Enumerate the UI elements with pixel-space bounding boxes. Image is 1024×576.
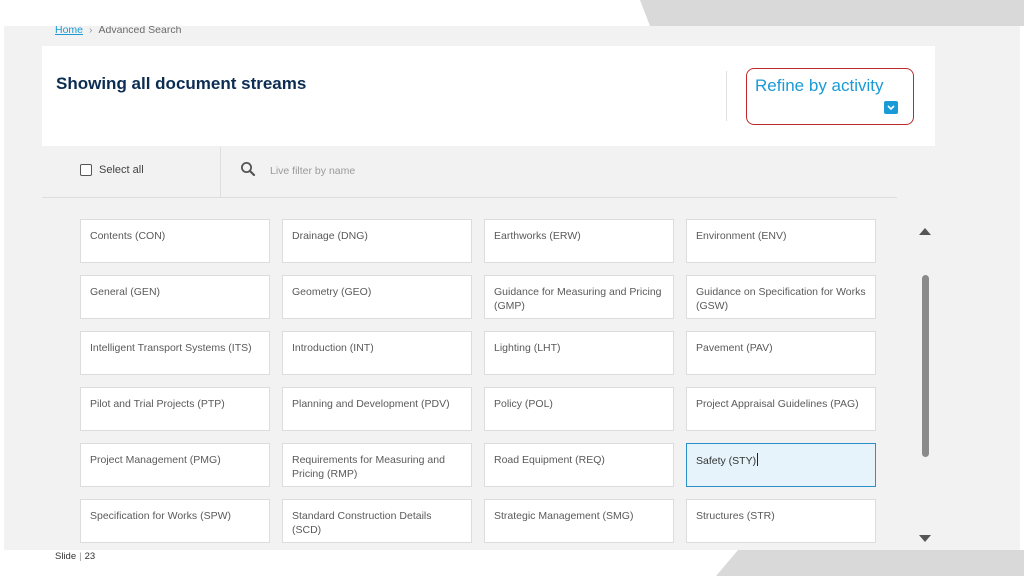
stream-tile-label: Specification for Works (SPW) bbox=[90, 510, 232, 522]
scrollbar-thumb[interactable] bbox=[922, 275, 929, 457]
stream-tile-label: Project Management (PMG) bbox=[90, 454, 221, 466]
stream-tile[interactable]: Project Appraisal Guidelines (PAG) bbox=[686, 387, 876, 431]
breadcrumb: Home › Advanced Search bbox=[55, 26, 181, 36]
scrollbar[interactable] bbox=[918, 223, 932, 542]
stream-tile-label: Safety (STY) bbox=[696, 455, 757, 467]
stream-tile-label: Contents (CON) bbox=[90, 230, 166, 242]
search-icon bbox=[240, 161, 256, 182]
stream-tile-label: Intelligent Transport Systems (ITS) bbox=[90, 342, 252, 354]
slide-decoration-top bbox=[640, 0, 1024, 26]
slide-decoration-bottom bbox=[716, 550, 1024, 576]
stream-tile[interactable]: Intelligent Transport Systems (ITS) bbox=[80, 331, 270, 375]
stream-tile[interactable]: Requirements for Measuring and Pricing (… bbox=[282, 443, 472, 487]
page-title: Showing all document streams bbox=[56, 74, 307, 93]
stream-tile-label: Introduction (INT) bbox=[292, 342, 374, 354]
slide-label: Slide bbox=[55, 551, 77, 562]
stream-tile-label: Planning and Development (PDV) bbox=[292, 398, 450, 410]
stream-tile[interactable]: Guidance for Measuring and Pricing (GMP) bbox=[484, 275, 674, 319]
stream-tile[interactable]: Introduction (INT) bbox=[282, 331, 472, 375]
stream-tile[interactable]: General (GEN) bbox=[80, 275, 270, 319]
stream-tile-label: Pavement (PAV) bbox=[696, 342, 773, 354]
document-stream-grid: Contents (CON) Drainage (DNG) Earthworks (… bbox=[80, 219, 880, 550]
checkbox-box[interactable] bbox=[80, 164, 92, 176]
stream-tile[interactable]: Drainage (DNG) bbox=[282, 219, 472, 263]
stream-tile-label: Geometry (GEO) bbox=[292, 286, 372, 298]
stream-tile[interactable]: Earthworks (ERW) bbox=[484, 219, 674, 263]
stream-tile[interactable]: Safety (STY) bbox=[686, 443, 876, 487]
refine-by-activity-dropdown[interactable]: Refine by activity bbox=[746, 68, 914, 125]
header-divider bbox=[726, 71, 727, 121]
chevron-down-icon[interactable] bbox=[884, 101, 898, 114]
stream-tile-label: Guidance for Measuring and Pricing (GMP) bbox=[494, 286, 662, 312]
stream-tile-label: Road Equipment (REQ) bbox=[494, 454, 605, 466]
text-cursor bbox=[757, 453, 759, 466]
stream-tile-label: Requirements for Measuring and Pricing (… bbox=[292, 454, 445, 480]
slide-number: 23 bbox=[84, 551, 96, 562]
stream-tile[interactable]: Geometry (GEO) bbox=[282, 275, 472, 319]
stream-tile-label: Standard Construction Details (SCD) bbox=[292, 510, 432, 536]
refine-by-activity-label: Refine by activity bbox=[755, 76, 884, 95]
stream-tile[interactable]: Pavement (PAV) bbox=[686, 331, 876, 375]
stream-tile-label: Environment (ENV) bbox=[696, 230, 787, 242]
triangle-up-icon[interactable] bbox=[918, 223, 932, 235]
stream-tile-label: Policy (POL) bbox=[494, 398, 553, 410]
stream-tile-label: Strategic Management (SMG) bbox=[494, 510, 634, 522]
stream-tile-label: Pilot and Trial Projects (PTP) bbox=[90, 398, 225, 410]
slide-footer: Slide | 23 bbox=[55, 551, 95, 562]
stream-tile-label: Guidance on Specification for Works (GSW… bbox=[696, 286, 866, 312]
select-all-label: Select all bbox=[99, 164, 144, 176]
breadcrumb-current: Advanced Search bbox=[98, 26, 182, 36]
breadcrumb-home-link[interactable]: Home bbox=[55, 26, 83, 36]
live-filter-input[interactable] bbox=[264, 162, 676, 180]
filter-panel: Select all Contents (CON) Drainage (DNG) E… bbox=[42, 147, 935, 550]
filter-divider bbox=[220, 147, 221, 197]
stream-tile[interactable]: Lighting (LHT) bbox=[484, 331, 674, 375]
stream-tile[interactable]: Planning and Development (PDV) bbox=[282, 387, 472, 431]
stream-tile-label: General (GEN) bbox=[90, 286, 161, 298]
select-all-checkbox[interactable]: Select all bbox=[80, 164, 144, 176]
stream-tile[interactable]: Environment (ENV) bbox=[686, 219, 876, 263]
stream-tile[interactable]: Road Equipment (REQ) bbox=[484, 443, 674, 487]
stream-tile[interactable]: Standard Construction Details (SCD) bbox=[282, 499, 472, 543]
breadcrumb-separator: › bbox=[89, 26, 93, 36]
stream-tile[interactable]: Policy (POL) bbox=[484, 387, 674, 431]
stream-tile[interactable]: Guidance on Specification for Works (GSW… bbox=[686, 275, 876, 319]
stream-tile-label: Drainage (DNG) bbox=[292, 230, 368, 242]
stream-tile[interactable]: Strategic Management (SMG) bbox=[484, 499, 674, 543]
stream-tile-label: Lighting (LHT) bbox=[494, 342, 561, 354]
footer-separator: | bbox=[79, 551, 82, 562]
triangle-down-icon[interactable] bbox=[918, 531, 932, 542]
stream-tile-label: Structures (STR) bbox=[696, 510, 775, 522]
stream-tile[interactable]: Contents (CON) bbox=[80, 219, 270, 263]
filter-bar: Select all bbox=[42, 147, 897, 198]
screenshot-region: Home › Advanced Search Showing all documen… bbox=[4, 26, 1020, 550]
header-card: Showing all document streams Refine by a… bbox=[42, 46, 935, 146]
stream-tile-label: Earthworks (ERW) bbox=[494, 230, 581, 242]
stream-tile[interactable]: Structures (STR) bbox=[686, 499, 876, 543]
stream-tile[interactable]: Project Management (PMG) bbox=[80, 443, 270, 487]
stream-tile[interactable]: Pilot and Trial Projects (PTP) bbox=[80, 387, 270, 431]
stream-tile[interactable]: Specification for Works (SPW) bbox=[80, 499, 270, 543]
stream-tile-label: Project Appraisal Guidelines (PAG) bbox=[696, 398, 859, 410]
